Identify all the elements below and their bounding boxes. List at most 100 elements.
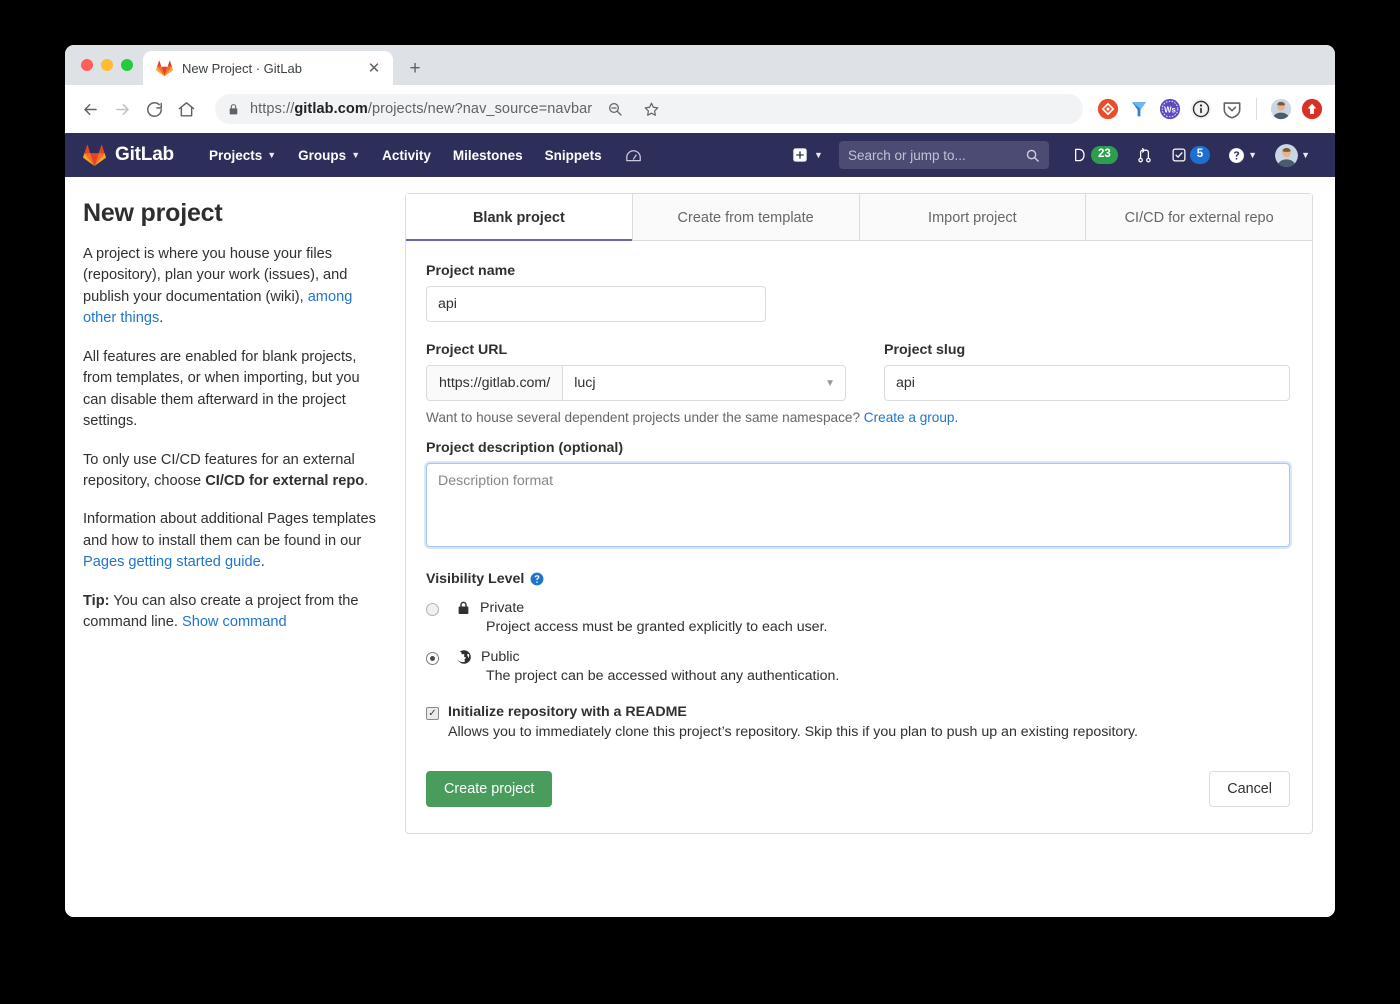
readme-checkbox-col: ✓ (426, 704, 448, 740)
issues-button[interactable]: 23 (1063, 133, 1127, 177)
show-command-link[interactable]: Show command (182, 614, 287, 630)
nav-item-projects-label: Projects (208, 147, 263, 163)
help-button[interactable]: ▼ (1219, 133, 1266, 177)
intro-paragraph-5: Tip: You can also create a project from … (83, 591, 383, 634)
browser-profile-avatar[interactable] (1270, 98, 1292, 120)
browser-window: New Project · GitLab ✕ + https://gitlab.… (65, 45, 1335, 917)
nav-item-projects[interactable]: Projects ▼ (198, 133, 287, 177)
nav-item-milestones[interactable]: Milestones (442, 133, 534, 177)
search-input[interactable]: Search or jump to... (838, 141, 1049, 169)
create-a-group-link[interactable]: Create a group. (864, 410, 958, 425)
project-slug-input[interactable] (884, 365, 1290, 401)
search-placeholder: Search or jump to... (847, 147, 966, 163)
window-close-button[interactable] (81, 59, 93, 71)
intro-paragraph-2: All features are enabled for blank proje… (83, 348, 360, 430)
todos-button[interactable]: 5 (1162, 133, 1219, 177)
form-actions: Create project Cancel (426, 771, 1290, 807)
home-icon[interactable] (171, 94, 201, 124)
nav-item-groups[interactable]: Groups ▼ (287, 133, 371, 177)
merge-requests-button[interactable] (1127, 133, 1162, 177)
update-menu-icon[interactable] (1301, 98, 1323, 120)
intro-p4-period: . (260, 554, 265, 571)
intro-paragraph-4: Information about additional Pages templ… (83, 509, 383, 573)
project-url-group: Project URL https://gitlab.com/ lucj ▼ (426, 342, 846, 401)
visibility-public-radio[interactable] (426, 652, 439, 665)
project-name-input[interactable] (426, 286, 766, 322)
toolbar-divider (1256, 98, 1257, 120)
namespace-helper: Want to house several dependent projects… (426, 410, 1290, 425)
user-menu-button[interactable]: ▼ (1266, 133, 1319, 177)
visibility-level-label: Visibility Level (426, 571, 525, 587)
todos-count-badge: 5 (1189, 146, 1211, 164)
tab-cicd-external-repo[interactable]: CI/CD for external repo (1086, 194, 1312, 240)
zoom-out-icon[interactable] (602, 96, 628, 122)
visibility-public-name: Public (481, 649, 520, 665)
create-project-button[interactable]: Create project (426, 771, 553, 807)
project-description-label: Project description (optional) (426, 440, 624, 456)
window-maximize-button[interactable] (121, 59, 133, 71)
chevron-down-icon: ▼ (351, 150, 361, 160)
new-dropdown-button[interactable]: ▼ (782, 133, 833, 177)
new-project-form-card: Blank project Create from template Impor… (405, 193, 1313, 834)
visibility-private-row: Private (456, 600, 1290, 616)
gitlab-brand-text: GitLab (115, 144, 174, 165)
url-text: https://gitlab.com/projects/new?nav_sour… (250, 101, 593, 117)
project-type-tabs: Blank project Create from template Impor… (406, 194, 1312, 241)
pages-getting-started-guide-link[interactable]: Pages getting started guide (83, 554, 261, 570)
description-block: Project description (optional) (426, 440, 1290, 547)
forward-icon[interactable] (107, 94, 137, 124)
extension-icon-orange-diamond[interactable] (1097, 98, 1119, 120)
page-body: New project A project is where you house… (65, 177, 1335, 917)
reload-icon[interactable] (139, 94, 169, 124)
intro-p3-period: . (364, 472, 369, 489)
extension-icon-info-circle[interactable] (1190, 98, 1212, 120)
tip-label: Tip: (83, 592, 110, 609)
todo-icon (1171, 147, 1187, 163)
extension-icon-purple-ws[interactable]: Ws (1159, 98, 1181, 120)
readme-option[interactable]: ✓ Initialize repository with a README Al… (426, 704, 1290, 740)
project-description-textarea[interactable] (426, 463, 1290, 547)
speedometer-icon[interactable] (619, 133, 649, 177)
tab-import-project[interactable]: Import project (859, 194, 1087, 240)
browser-tab-active[interactable]: New Project · GitLab ✕ (143, 51, 393, 85)
chevron-down-icon: ▼ (825, 377, 835, 389)
help-circle-icon[interactable] (530, 572, 544, 586)
back-icon[interactable] (75, 94, 105, 124)
close-icon[interactable]: ✕ (365, 59, 383, 77)
browser-tab-strip: New Project · GitLab ✕ + (65, 45, 1335, 85)
star-icon[interactable] (638, 96, 664, 122)
visibility-public-row: Public (456, 649, 1290, 665)
nav-item-snippets[interactable]: Snippets (534, 133, 613, 177)
nav-item-activity[interactable]: Activity (371, 133, 442, 177)
namespace-helper-text: Want to house several dependent projects… (426, 410, 864, 425)
chevron-down-icon: ▼ (1248, 150, 1258, 160)
project-url-label: Project URL (426, 342, 508, 358)
visibility-option-public[interactable]: Public The project can be accessed witho… (426, 649, 1290, 684)
visibility-option-private[interactable]: Private Project access must be granted e… (426, 600, 1290, 635)
visibility-private-body: Private Project access must be granted e… (456, 600, 1290, 635)
gitlab-logo-link[interactable]: GitLab (83, 144, 174, 167)
help-circle-icon (1228, 147, 1245, 164)
chevron-down-icon: ▼ (267, 150, 277, 160)
tab-create-from-template[interactable]: Create from template (632, 194, 860, 240)
tab-blank-project[interactable]: Blank project (406, 194, 633, 241)
visibility-private-radio[interactable] (426, 603, 439, 616)
new-tab-button[interactable]: + (401, 54, 429, 82)
visibility-public-body: Public The project can be accessed witho… (456, 649, 1290, 684)
gitlab-logo-icon (83, 144, 106, 167)
extension-icon-blue-y[interactable] (1128, 98, 1150, 120)
plus-square-icon (792, 147, 808, 163)
chevron-down-icon: ▼ (814, 150, 823, 160)
gitlab-navbar: GitLab Projects ▼ Groups ▼ Activity Mile… (65, 133, 1335, 177)
readme-checkbox[interactable]: ✓ (426, 707, 439, 720)
browser-toolbar: https://gitlab.com/projects/new?nav_sour… (65, 85, 1335, 133)
nav-item-groups-label: Groups (298, 147, 347, 163)
search-icon (1025, 148, 1040, 163)
address-bar[interactable]: https://gitlab.com/projects/new?nav_sour… (215, 94, 1083, 124)
extension-icon-pocket-shield[interactable] (1221, 98, 1243, 120)
namespace-select[interactable]: lucj ▼ (562, 365, 846, 401)
user-avatar (1275, 143, 1299, 167)
window-minimize-button[interactable] (101, 59, 113, 71)
cancel-button[interactable]: Cancel (1209, 771, 1290, 807)
visibility-private-name: Private (480, 600, 525, 616)
